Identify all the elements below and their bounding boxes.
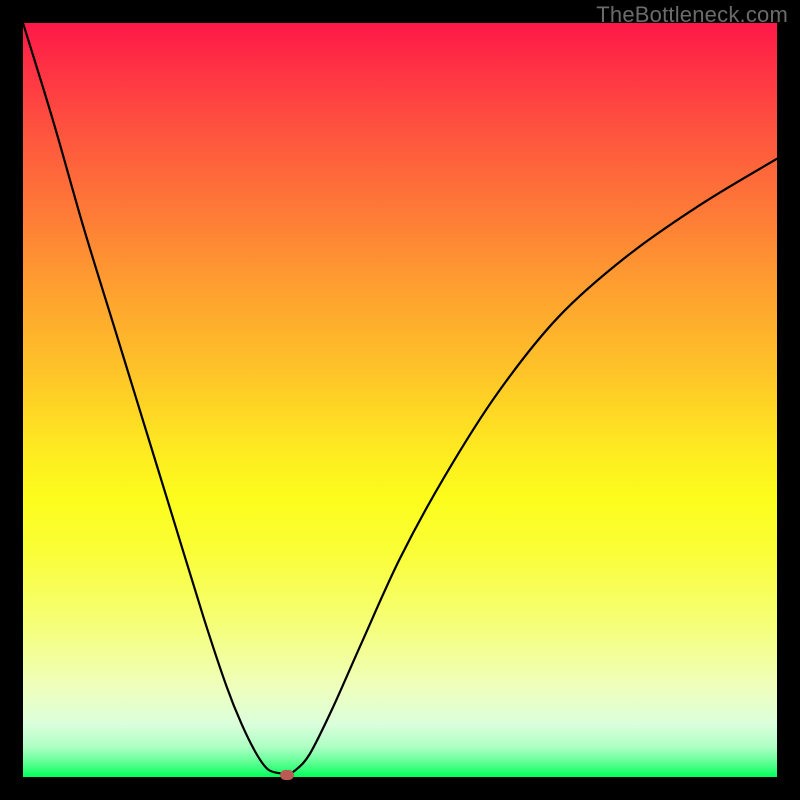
bottleneck-curve (23, 23, 777, 774)
curve-svg (23, 23, 777, 777)
minimum-marker (280, 770, 294, 780)
plot-area (23, 23, 777, 777)
chart-frame: TheBottleneck.com (0, 0, 800, 800)
